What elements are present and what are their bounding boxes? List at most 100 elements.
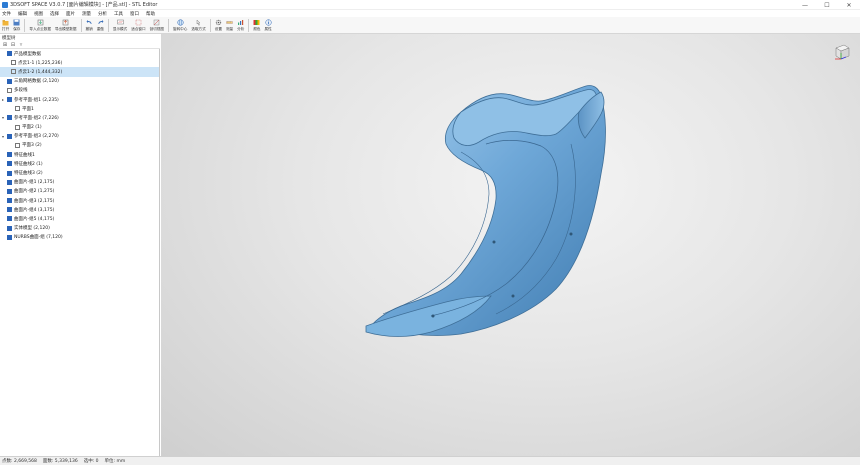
measure-icon: [226, 19, 233, 26]
toolbar-separator: [209, 19, 211, 32]
filter-icon[interactable]: ▿: [18, 42, 24, 48]
tree-item-checkbox[interactable]: [7, 87, 12, 93]
window-controls: — ☐ ✕: [794, 0, 860, 10]
menu-item[interactable]: 文件: [2, 11, 11, 17]
tree-item-checkbox[interactable]: [7, 198, 12, 204]
tree-item[interactable]: 曲面片-组5 (4,175): [0, 214, 159, 223]
menu-item[interactable]: 工具: [114, 11, 123, 17]
close-button[interactable]: ✕: [838, 0, 860, 10]
tree-item-label: 曲面片-组5 (4,175): [14, 216, 55, 222]
tree-item-checkbox[interactable]: [7, 133, 12, 139]
tree-item[interactable]: 平面1: [0, 104, 159, 113]
toolbar-button-measure[interactable]: 测量: [226, 17, 233, 33]
tree-item-checkbox[interactable]: [7, 225, 12, 231]
tree-item-checkbox[interactable]: [7, 115, 12, 121]
menu-item[interactable]: 视图: [34, 11, 43, 17]
tree-item-checkbox[interactable]: [11, 60, 16, 66]
tree-item[interactable]: 平面3 (2): [0, 141, 159, 150]
tree-expander-icon[interactable]: ▾: [2, 115, 6, 120]
maximize-button[interactable]: ☐: [816, 0, 838, 10]
tree-item[interactable]: ▸ 参考平面-组1 (2,235): [0, 95, 159, 104]
toolbar-button-redo[interactable]: 重做: [97, 17, 104, 33]
tree-item[interactable]: 特征曲线3 (2): [0, 168, 159, 177]
toolbar-button-section[interactable]: 剖切视图: [150, 17, 164, 33]
tree-item[interactable]: 曲面片-组3 (2,175): [0, 196, 159, 205]
menu-bar: 文件 编辑 视图 选择 面片 测量 分析 工具 窗口 帮助: [0, 10, 860, 17]
toolbar-button-analysis[interactable]: 分析: [237, 17, 244, 33]
tree-item[interactable]: 产品模型数据: [0, 49, 159, 58]
toolbar-button-label: 颜色: [253, 26, 261, 31]
menu-item[interactable]: 窗口: [130, 11, 139, 17]
menu-item[interactable]: 选择: [50, 11, 59, 17]
tree-item[interactable]: 曲面片-组1 (2,175): [0, 178, 159, 187]
toolbar-button-settings[interactable]: 设置: [215, 17, 222, 33]
tree-expander-icon[interactable]: ▾: [2, 134, 6, 139]
redo-icon: [97, 19, 104, 26]
tree-item[interactable]: 三角网格数据 (2,120): [0, 77, 159, 86]
tree-item[interactable]: 曲面片-组4 (3,175): [0, 205, 159, 214]
toolbar-button-globe[interactable]: 旋转中心: [173, 17, 187, 33]
menu-item[interactable]: 分析: [98, 11, 107, 17]
tree-item[interactable]: ▾ 参考平面-组2 (7,226): [0, 113, 159, 122]
tree-expander-icon[interactable]: ▸: [2, 97, 6, 102]
tree-item-checkbox[interactable]: [7, 179, 12, 185]
tree-item-label: 实体模型 (2,120): [14, 226, 50, 232]
tree-item-checkbox[interactable]: [7, 161, 12, 167]
tree-item-checkbox[interactable]: [7, 188, 12, 194]
menu-item[interactable]: 帮助: [146, 11, 155, 17]
tree-item-checkbox[interactable]: [15, 106, 20, 112]
toolbar-button-undo[interactable]: 撤销: [86, 17, 93, 33]
part-hole: [511, 294, 515, 298]
tree-item-checkbox[interactable]: [7, 51, 12, 57]
tree-item-checkbox[interactable]: [11, 69, 16, 75]
toolbar-button-save[interactable]: 保存: [13, 17, 20, 33]
toolbar-button-pick[interactable]: 选取方式: [191, 17, 206, 33]
minimize-button[interactable]: —: [794, 0, 816, 10]
collapse-all-icon[interactable]: ⊟: [10, 42, 16, 48]
globe-icon: [177, 18, 184, 26]
tree-item-checkbox[interactable]: [7, 207, 12, 213]
export-icon: [62, 19, 69, 26]
tree-item[interactable]: 特征曲线2 (1): [0, 159, 159, 168]
title-bar: 3DSOFT SPACE V3.0.7 [面片编辑模块] - [产品.stl] …: [0, 0, 860, 10]
tree-item[interactable]: 曲面片-组2 (1,275): [0, 187, 159, 196]
tree-item-checkbox[interactable]: [7, 170, 12, 176]
tree-item-checkbox[interactable]: [7, 216, 12, 222]
tree-item[interactable]: 点云1-1 (1,225,236): [0, 58, 159, 67]
toolbar-button-display[interactable]: 显示模式: [113, 17, 127, 33]
tree-item[interactable]: 多段线: [0, 86, 159, 95]
tree-item-label: 曲面片-组4 (3,175): [14, 207, 55, 213]
toolbar-button-folder[interactable]: 打开: [2, 17, 9, 33]
model-render[interactable]: [161, 34, 860, 456]
tree-item-checkbox[interactable]: [15, 124, 20, 130]
tree-item[interactable]: 特征曲线1: [0, 150, 159, 159]
toolbar-button-info[interactable]: 属性: [265, 17, 272, 33]
toolbar-button-import[interactable]: 导入点云数据: [29, 17, 51, 33]
tree-item[interactable]: ▾ 参考平面-组3 (2,270): [0, 132, 159, 141]
tree-item[interactable]: 平面2 (1): [0, 123, 159, 132]
toolbar-button-label: 重做: [96, 26, 104, 31]
expand-all-icon[interactable]: ⊞: [2, 42, 8, 48]
menu-item[interactable]: 面片: [66, 11, 75, 17]
tree-item-checkbox[interactable]: [7, 152, 12, 158]
tree-item-checkbox[interactable]: [7, 97, 12, 103]
tree-item[interactable]: NURBS曲面-组 (7,120): [0, 233, 159, 242]
toolbar-button-export[interactable]: 导出模型数据: [55, 17, 77, 33]
view-cube-icon[interactable]: [832, 42, 852, 62]
tree-item[interactable]: 实体模型 (2,120): [0, 224, 159, 233]
tree-item-label: 三角网格数据 (2,120): [14, 79, 59, 85]
3d-viewport[interactable]: [161, 34, 860, 456]
tree-item-label: 特征曲线2 (1): [14, 161, 43, 167]
tree-item[interactable]: 点云1-2 (1,444,332): [0, 67, 159, 77]
tree-item-checkbox[interactable]: [15, 142, 20, 148]
menu-item[interactable]: 编辑: [18, 11, 27, 17]
part-hole: [431, 314, 435, 318]
menu-item[interactable]: 测量: [82, 11, 91, 17]
tree-item-checkbox[interactable]: [7, 234, 12, 240]
toolbar-button-color[interactable]: 颜色: [253, 17, 261, 33]
status-field: 选中: 0: [83, 459, 99, 464]
tree-item-checkbox[interactable]: [7, 78, 12, 84]
toolbar-button-fit[interactable]: 适合窗口: [131, 17, 146, 33]
import-icon: [37, 19, 44, 26]
model-tree[interactable]: 产品模型数据 点云1-1 (1,225,236) 点云1-2 (1,444,332)…: [0, 49, 160, 456]
